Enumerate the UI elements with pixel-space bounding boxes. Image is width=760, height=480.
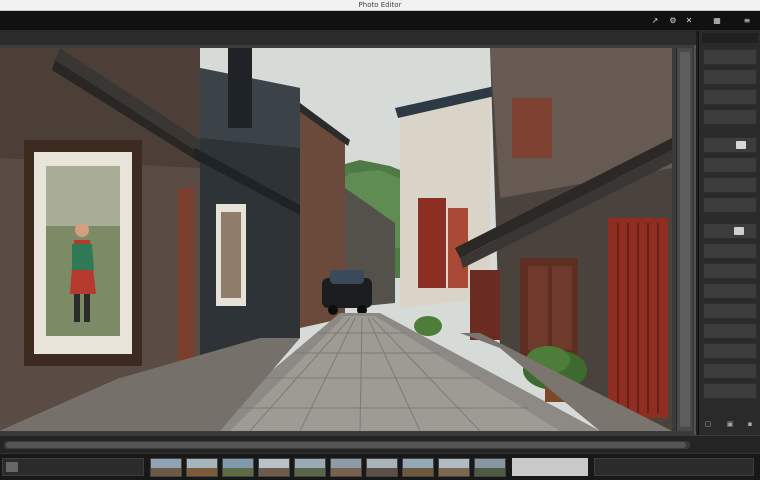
thumbnail-land	[475, 468, 505, 476]
filmstrip	[0, 453, 760, 480]
filmstrip-thumbnail[interactable]	[294, 458, 326, 477]
settings-icon[interactable]: ⚙	[668, 16, 678, 26]
thumbnail-land	[403, 468, 433, 476]
thumbnail-land	[367, 468, 397, 476]
thumbnail-sky	[403, 459, 433, 469]
panel-row[interactable]	[703, 177, 757, 193]
panel-row[interactable]	[703, 69, 757, 85]
panel-row[interactable]	[703, 263, 757, 279]
arrow-icon[interactable]: ↗	[650, 16, 660, 26]
thumbnail-sky	[295, 459, 325, 469]
filmstrip-thumbnail[interactable]	[150, 458, 182, 477]
photo-illustration	[0, 48, 672, 431]
filmstrip-thumbnail[interactable]	[438, 458, 470, 477]
panel-row[interactable]	[703, 383, 757, 399]
filmstrip-thumbnail[interactable]	[366, 458, 398, 477]
panel-row[interactable]	[703, 157, 757, 173]
thumbnail-land	[259, 468, 289, 476]
filmstrip-thumbnail[interactable]	[222, 458, 254, 477]
thumbnail-land	[151, 468, 181, 476]
thumbnail-sky	[439, 459, 469, 469]
panel-row[interactable]	[703, 343, 757, 359]
thumbnail-land	[331, 468, 361, 476]
panel-row[interactable]	[703, 109, 757, 125]
filmstrip-thumbnail[interactable]	[330, 458, 362, 477]
panel-footer: ▢ ▣ ▪	[703, 419, 757, 431]
filmstrip-thumbnail[interactable]	[258, 458, 290, 477]
thumbnail-sky	[331, 459, 361, 469]
right-side-panel: ▢ ▣ ▪	[698, 31, 760, 435]
panel-row[interactable]	[703, 197, 757, 213]
delete-icon[interactable]: ▣	[725, 419, 735, 429]
panel-row[interactable]	[703, 323, 757, 339]
vertical-scrollbar[interactable]	[676, 48, 692, 431]
new-layer-icon[interactable]: ▢	[703, 419, 713, 429]
panel-row[interactable]	[703, 223, 757, 239]
filmstrip-thumbnail[interactable]	[186, 458, 218, 477]
more-icon[interactable]: ▪	[745, 419, 755, 429]
thumbnail-sky	[187, 459, 217, 469]
panel-slider-handle[interactable]	[734, 227, 744, 235]
filmstrip-thumbnail[interactable]	[402, 458, 434, 477]
thumbnail-sky	[367, 459, 397, 469]
panel-row[interactable]	[703, 283, 757, 299]
thumbnail-land	[187, 468, 217, 476]
filmstrip-icon[interactable]	[6, 462, 18, 472]
image-canvas[interactable]	[0, 45, 696, 435]
panel-header	[702, 33, 758, 43]
filmstrip-controls[interactable]	[2, 458, 144, 476]
thumbnail-sky	[259, 459, 289, 469]
close-icon[interactable]: ✕	[684, 16, 694, 26]
panel-row[interactable]	[703, 243, 757, 259]
thumbnail-land	[439, 468, 469, 476]
filmstrip-thumbnail[interactable]	[474, 458, 506, 477]
window-title: Photo Editor	[358, 1, 402, 9]
photo-alley-street	[0, 48, 672, 431]
thumbnail-land	[223, 468, 253, 476]
panel-row[interactable]	[703, 363, 757, 379]
thumbnail-sky	[475, 459, 505, 469]
horizontal-scrollbar-bar	[0, 435, 760, 453]
thumbnail-sky	[151, 459, 181, 469]
panel-row[interactable]	[703, 89, 757, 105]
panel-slider-handle[interactable]	[736, 141, 746, 149]
panel-row[interactable]	[703, 49, 757, 65]
filmstrip-info-panel	[594, 458, 754, 476]
horizontal-scroll-thumb[interactable]	[6, 442, 686, 448]
grid-icon[interactable]: ▦	[712, 16, 722, 26]
window-title-bar: Photo Editor	[0, 0, 760, 11]
panel-row[interactable]	[703, 303, 757, 319]
panel-row[interactable]	[703, 137, 757, 153]
options-toolbar	[0, 31, 696, 45]
thumbnail-land	[295, 468, 325, 476]
vertical-scroll-thumb[interactable]	[680, 52, 690, 427]
menu-bar: ↗ ⚙ ✕ ▦ ≡	[0, 11, 760, 31]
menu-icon[interactable]: ≡	[742, 16, 752, 26]
filmstrip-empty-slot	[512, 458, 588, 476]
thumbnail-sky	[223, 459, 253, 469]
